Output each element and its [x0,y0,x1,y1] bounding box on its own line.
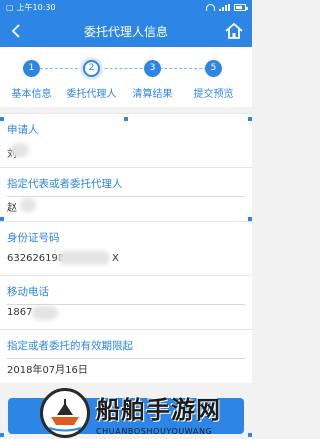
selection-handle [248,217,252,221]
field-label: 指定或者委托的有效期限起 [7,340,133,352]
selection-handle [0,217,4,221]
field-label: 申请人 [7,124,39,136]
back-arrow-icon[interactable] [8,23,26,39]
watermark-subtitle: CHUANBOSHOUYOUWANG [96,426,213,436]
agent-info-form: 申请人 刘 指定代表或者委托代理人 赵 身份证号码 632626198 X 移动… [0,113,252,383]
page-title: 委托代理人信息 [83,24,168,39]
step-label: 清算结果 [132,89,173,100]
home-icon[interactable] [224,21,244,41]
step-number: 3 [144,60,161,77]
step-preview[interactable]: 5 提交预览 [182,47,245,100]
status-bar-left: ▢ 上午10:30 [6,2,56,13]
redaction-blur [20,198,36,212]
watermark: 船舶手游网 CHUANBOSHOUYOUWANG [40,386,252,439]
selection-handle [124,117,128,121]
field-underline [7,196,245,197]
field-value: 2018年07月16日 [7,365,88,376]
field-label: 移动电话 [7,286,49,298]
ship-logo-icon [40,387,90,438]
field-mobile[interactable]: 移动电话 1867 [0,275,252,329]
signal-icon [219,4,230,11]
selection-handle [0,117,4,121]
step-label: 基本信息 [11,89,52,100]
field-applicant[interactable]: 申请人 刘 [0,113,252,167]
field-label: 身份证号码 [7,232,60,244]
step-number: 5 [205,60,222,77]
step-label: 委托代理人 [66,89,117,100]
field-value-tail: X [112,253,119,264]
selection-handle [248,117,252,121]
selection-handle [0,433,4,437]
field-underline [7,304,245,305]
redaction-blur [58,251,110,265]
status-time: 上午10:30 [16,3,56,12]
watermark-title: 船舶手游网 [96,395,221,424]
field-label: 指定代表或者委托代理人 [7,178,123,190]
step-number: 1 [23,60,40,77]
field-value: 632626198 [7,253,65,264]
field-value: 1867 [7,307,33,318]
step-agent[interactable]: 2 委托代理人 [60,47,123,100]
field-validity-start[interactable]: 指定或者委托的有效期限起 2018年07月16日 [0,329,252,383]
step-liquidation[interactable]: 3 清算结果 [121,47,184,100]
field-id-number[interactable]: 身份证号码 632626198 X [0,221,252,275]
step-number: 2 [83,60,100,77]
field-value: 赵 [7,203,17,214]
notification-icon: ▢ [6,3,14,12]
redaction-blur [11,143,29,157]
progress-stepper: 1 基本信息 2 委托代理人 3 清算结果 5 提交预览 [0,47,252,107]
wifi-icon [206,4,215,11]
status-bar-right [206,4,248,11]
redaction-blur [32,306,58,320]
step-basic-info[interactable]: 1 基本信息 [0,47,63,100]
watermark-text: 船舶手游网 CHUANBOSHOUYOUWANG [96,390,221,436]
battery-icon [234,4,248,11]
field-agent-name[interactable]: 指定代表或者委托代理人 赵 [0,167,252,221]
status-bar: ▢ 上午10:30 [0,0,252,15]
field-underline [7,358,245,359]
title-bar: 委托代理人信息 [0,15,252,47]
step-label: 提交预览 [193,89,234,100]
